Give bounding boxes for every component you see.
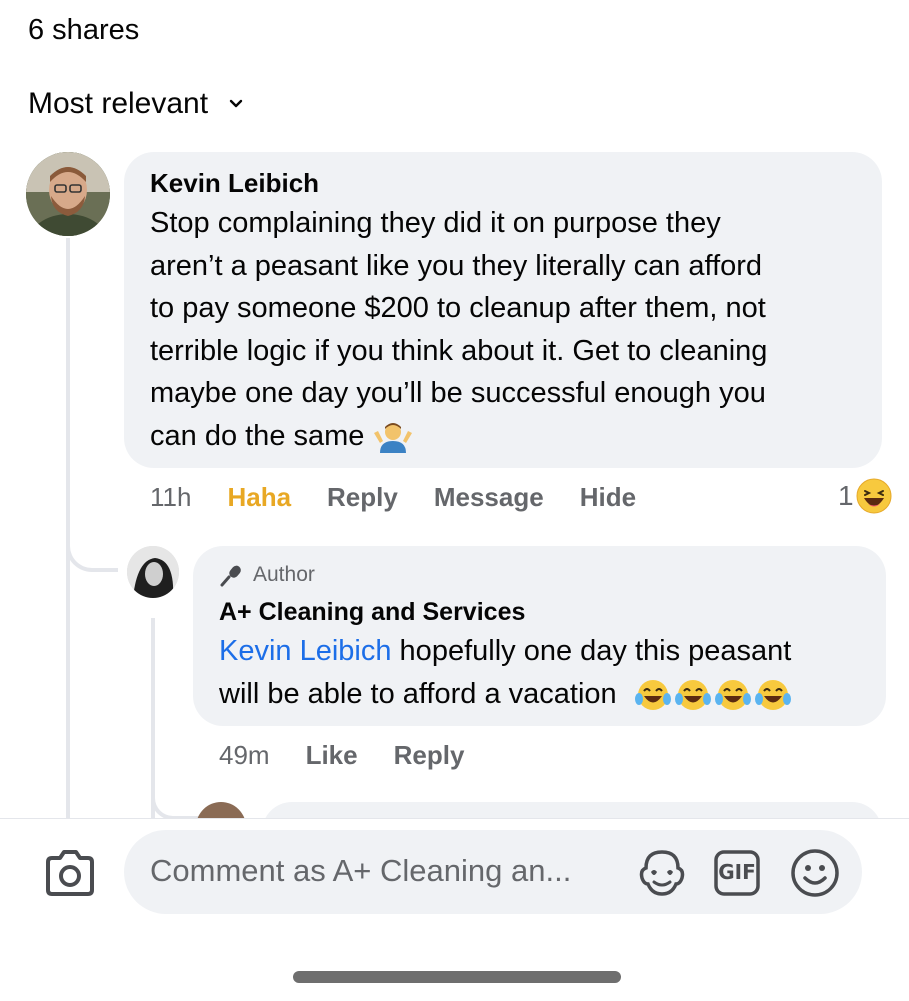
comment-author[interactable]: Kevin Leibich (150, 168, 319, 199)
haha-reaction-button[interactable]: Haha (227, 482, 291, 513)
avatar-sticker-icon[interactable] (636, 848, 688, 898)
laughing-tears-emoji (754, 679, 791, 710)
comment-actions: 11h Haha Reply Message Hide (150, 482, 672, 513)
comment-line: to pay someone $200 to cleanup after the… (150, 292, 766, 324)
comment-author[interactable]: A+ Cleaning and Services (219, 598, 525, 627)
gif-button[interactable]: GIF (714, 850, 760, 896)
mention-link[interactable]: Kevin Leibich (219, 635, 392, 667)
laughing-tears-emoji-group (633, 677, 793, 713)
camera-icon[interactable] (44, 850, 96, 896)
sort-label: Most relevant (28, 87, 209, 120)
emoji-icon[interactable] (790, 848, 840, 898)
reply-timestamp[interactable]: 49m (219, 740, 270, 771)
chevron-down-icon (229, 99, 243, 108)
home-indicator[interactable] (293, 971, 621, 983)
laughing-tears-emoji (674, 679, 711, 710)
message-button[interactable]: Message (434, 482, 544, 513)
reaction-count: 1 (838, 480, 854, 511)
author-badge: Author (219, 562, 315, 588)
like-button[interactable]: Like (306, 740, 358, 771)
avatar[interactable] (26, 152, 110, 236)
reply-button[interactable]: Reply (327, 482, 398, 513)
profile-photo (127, 546, 179, 598)
reaction-summary[interactable]: 1 (838, 478, 892, 514)
comment-text: Stop complaining they did it on purpose … (150, 202, 870, 457)
shares-count[interactable]: 6 shares (28, 14, 139, 47)
microphone-icon (220, 565, 241, 587)
thread-connector (66, 500, 118, 572)
author-badge-label: Author (253, 563, 315, 586)
sort-dropdown[interactable]: Most relevant (28, 87, 244, 121)
haha-reaction-icon (856, 478, 892, 514)
reply-actions: 49m Like Reply (219, 740, 500, 771)
avatar[interactable] (127, 546, 179, 598)
comment-line: hopefully one day this peasant (391, 635, 792, 667)
comment-line: Stop complaining they did it on purpose … (150, 207, 721, 239)
comment-line: terrible logic if you think about it. Ge… (150, 334, 768, 367)
reply-button[interactable]: Reply (394, 740, 465, 771)
gif-label: GIF (718, 860, 756, 884)
hide-button[interactable]: Hide (580, 482, 636, 513)
person-shrugging-emoji (374, 422, 413, 453)
laughing-tears-emoji (634, 679, 671, 710)
laughing-tears-emoji (714, 679, 751, 710)
comment-input-placeholder: Comment as A+ Cleaning an... (150, 853, 572, 888)
comment-line: aren’t a peasant like you they literally… (150, 249, 763, 282)
comment-line: can do the same (150, 419, 365, 452)
reply-thread-connector (151, 770, 201, 820)
profile-photo (26, 152, 110, 236)
comment-timestamp[interactable]: 11h (150, 482, 191, 513)
comment-line: will be able to afford a vacation (219, 677, 617, 710)
comment-line: maybe one day you’ll be successful enoug… (150, 377, 766, 409)
comment-text: Kevin Leibich hopefully one day this pea… (219, 630, 879, 715)
